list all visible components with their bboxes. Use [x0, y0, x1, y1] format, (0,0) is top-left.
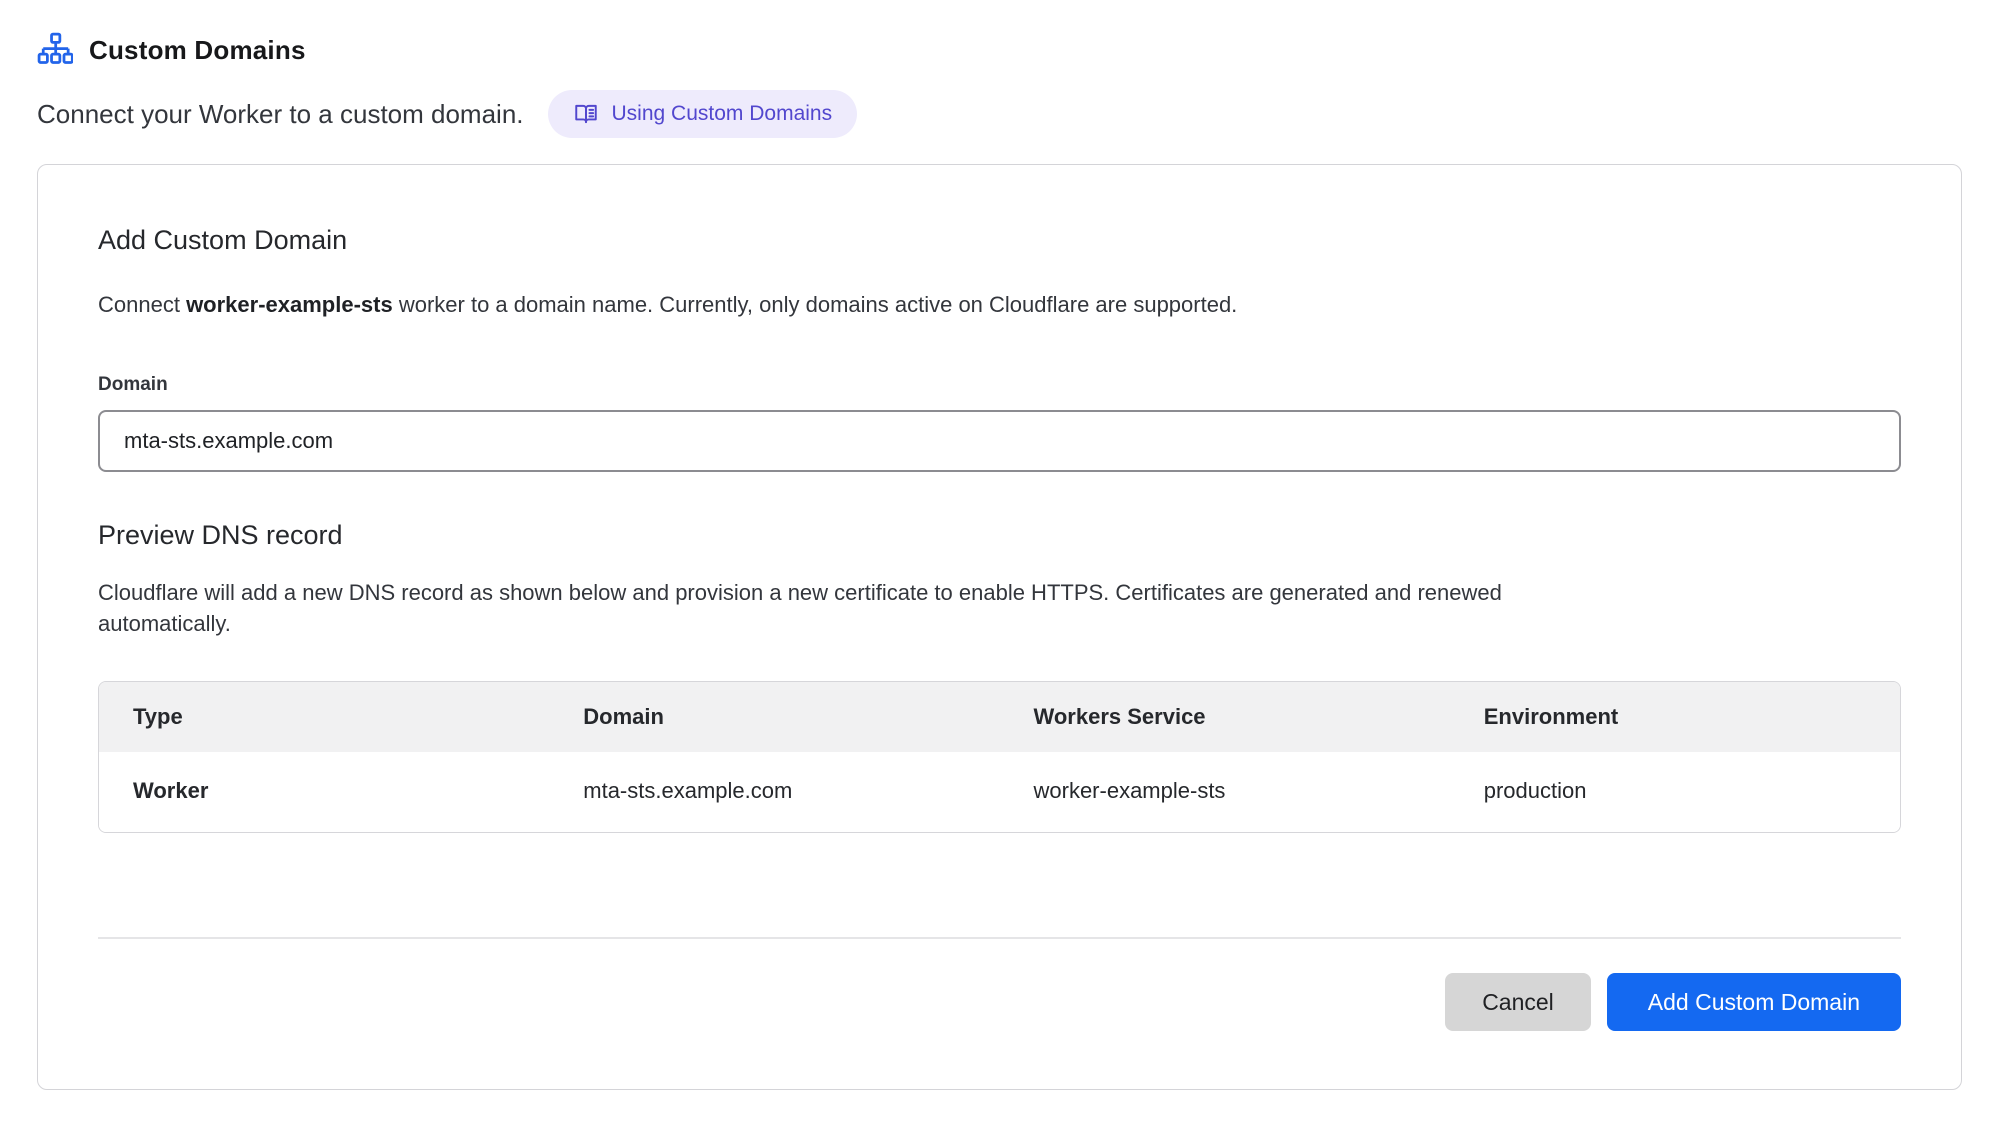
page-header: Custom Domains: [37, 32, 1962, 68]
cancel-button[interactable]: Cancel: [1445, 973, 1591, 1031]
page-subtitle: Connect your Worker to a custom domain.: [37, 99, 524, 130]
page-title: Custom Domains: [89, 35, 306, 66]
column-header-environment: Environment: [1450, 682, 1900, 752]
cell-type: Worker: [99, 752, 549, 832]
domain-field-label: Domain: [98, 374, 1901, 396]
sitemap-icon: [37, 32, 73, 68]
intro-suffix: worker to a domain name. Currently, only…: [393, 292, 1238, 317]
table-header-row: Type Domain Workers Service Environment: [99, 682, 1900, 752]
add-custom-domain-card: Add Custom Domain Connect worker-example…: [37, 164, 1962, 1090]
card-intro: Connect worker-example-sts worker to a d…: [98, 292, 1901, 318]
add-custom-domain-button[interactable]: Add Custom Domain: [1607, 973, 1901, 1031]
column-header-domain: Domain: [549, 682, 999, 752]
domain-input[interactable]: [98, 410, 1901, 472]
cell-environment: production: [1450, 752, 1900, 832]
card-heading: Add Custom Domain: [98, 225, 1901, 256]
book-open-icon: [573, 101, 599, 127]
column-header-workers-service: Workers Service: [1000, 682, 1450, 752]
cell-workers-service: worker-example-sts: [1000, 752, 1450, 832]
dns-preview-table: Type Domain Workers Service Environment …: [98, 681, 1901, 833]
docs-link-using-custom-domains[interactable]: Using Custom Domains: [548, 90, 858, 138]
card-footer: Cancel Add Custom Domain: [98, 973, 1901, 1031]
subtitle-row: Connect your Worker to a custom domain. …: [37, 90, 1962, 138]
preview-dns-heading: Preview DNS record: [98, 520, 1901, 551]
docs-link-label: Using Custom Domains: [612, 102, 833, 126]
cell-domain: mta-sts.example.com: [549, 752, 999, 832]
column-header-type: Type: [99, 682, 549, 752]
intro-prefix: Connect: [98, 292, 186, 317]
footer-divider: [98, 937, 1901, 939]
table-row: Worker mta-sts.example.com worker-exampl…: [99, 752, 1900, 832]
worker-name: worker-example-sts: [186, 292, 393, 317]
custom-domains-page: Custom Domains Connect your Worker to a …: [0, 0, 1999, 1090]
preview-dns-description: Cloudflare will add a new DNS record as …: [98, 577, 1578, 639]
